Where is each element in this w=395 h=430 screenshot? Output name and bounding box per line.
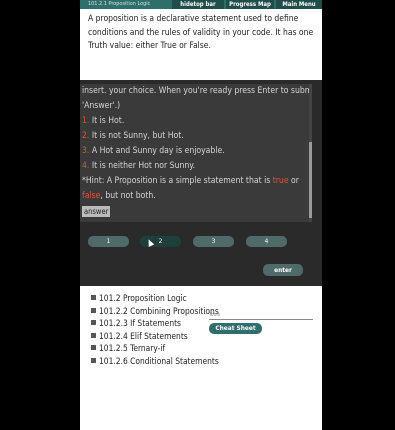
lesson-link[interactable]: 101.2.3 If Statements xyxy=(91,317,219,330)
answer-input[interactable] xyxy=(80,204,309,218)
hide-top-bar-button[interactable]: hidetop bar xyxy=(172,0,224,9)
lesson-link[interactable]: 101.2 Proposition Logic xyxy=(91,292,219,305)
hint-suffix: , but not both. xyxy=(100,191,156,201)
option-3: 3. A Hot and Sunny day is enjoyable. xyxy=(82,144,303,159)
quiz-panel: insert. your choice. When you're ready p… xyxy=(80,80,322,286)
hint-false: false xyxy=(82,191,101,201)
breadcrumb: 101.2.1 Proposition Logic xyxy=(88,1,151,7)
hint-true: true xyxy=(272,176,289,186)
lesson-label: 101.2.5 Ternary-if xyxy=(99,343,166,354)
lesson-link[interactable]: 101.2.6 Conditional Statements xyxy=(91,355,219,368)
tools-label: Tools xyxy=(209,312,220,318)
instruction-line: insert. your choice. When you're ready p… xyxy=(82,86,309,96)
choice-button-1[interactable]: 1 xyxy=(88,236,129,247)
option-4: 4. It is neither Hot nor Sunny. xyxy=(82,159,303,174)
bullet-icon xyxy=(91,320,96,326)
progress-map-button[interactable]: Progress Map xyxy=(226,0,274,9)
hint-or: or xyxy=(288,176,299,186)
lesson-link[interactable]: 101.2.4 Elif Statements xyxy=(91,330,219,343)
option-text: It is Hot. xyxy=(91,116,125,126)
hint-prefix: *Hint: A Proposition is a simple stateme… xyxy=(82,176,273,186)
choice-button-4[interactable]: 4 xyxy=(246,236,287,247)
lesson-list: 101.2 Proposition Logic 101.2.2 Combinin… xyxy=(91,292,219,368)
scrollbar-thumb[interactable] xyxy=(309,142,312,218)
enter-button[interactable]: enter xyxy=(263,264,303,276)
answer-label: answer xyxy=(82,206,111,217)
top-bar: 101.2.1 Proposition Logic hidetop bar Pr… xyxy=(80,0,322,9)
question-text-area[interactable]: insert. your choice. When you're ready p… xyxy=(80,84,309,222)
hint-text: *Hint: A Proposition is a simple stateme… xyxy=(82,174,303,204)
choice-button-3[interactable]: 3 xyxy=(193,236,234,247)
lesson-label: 101.2.6 Conditional Statements xyxy=(99,355,219,366)
bullet-icon xyxy=(91,295,96,300)
instruction-line: 'Answer'.) xyxy=(82,101,121,111)
bullet-icon xyxy=(91,332,96,338)
tools-divider xyxy=(209,319,313,320)
option-number: 3. xyxy=(82,146,90,156)
bullet-icon xyxy=(91,357,96,363)
main-menu-button[interactable]: Main Menu xyxy=(276,0,322,9)
option-number: 1. xyxy=(82,116,90,126)
lesson-link[interactable]: 101.2.5 Ternary-if xyxy=(91,342,219,355)
option-2: 2. It is not Sunny, but Hot. xyxy=(82,129,303,144)
lesson-label: 101.2.2 Combining Propositions xyxy=(99,305,219,316)
option-text: It is neither Hot nor Sunny. xyxy=(91,161,196,171)
intro-text: A proposition is a declarative statement… xyxy=(88,14,314,51)
lesson-label: 101.2 Proposition Logic xyxy=(99,293,187,303)
option-number: 4. xyxy=(82,161,90,171)
cheat-sheet-button[interactable]: Cheat Sheet xyxy=(209,323,262,334)
lesson-label: 101.2.4 Elif Statements xyxy=(99,330,188,341)
option-text: It is not Sunny, but Hot. xyxy=(91,131,184,141)
bullet-icon xyxy=(91,307,96,313)
lesson-label: 101.2.3 If Statements xyxy=(99,318,181,329)
bullet-icon xyxy=(91,345,96,351)
lesson-link[interactable]: 101.2.2 Combining Propositions xyxy=(91,305,219,318)
option-1: 1. It is Hot. xyxy=(82,114,303,129)
option-number: 2. xyxy=(82,131,90,141)
lesson-page: 101.2.1 Proposition Logic hidetop bar Pr… xyxy=(80,0,322,430)
option-text: A Hot and Sunny day is enjoyable. xyxy=(91,146,225,156)
